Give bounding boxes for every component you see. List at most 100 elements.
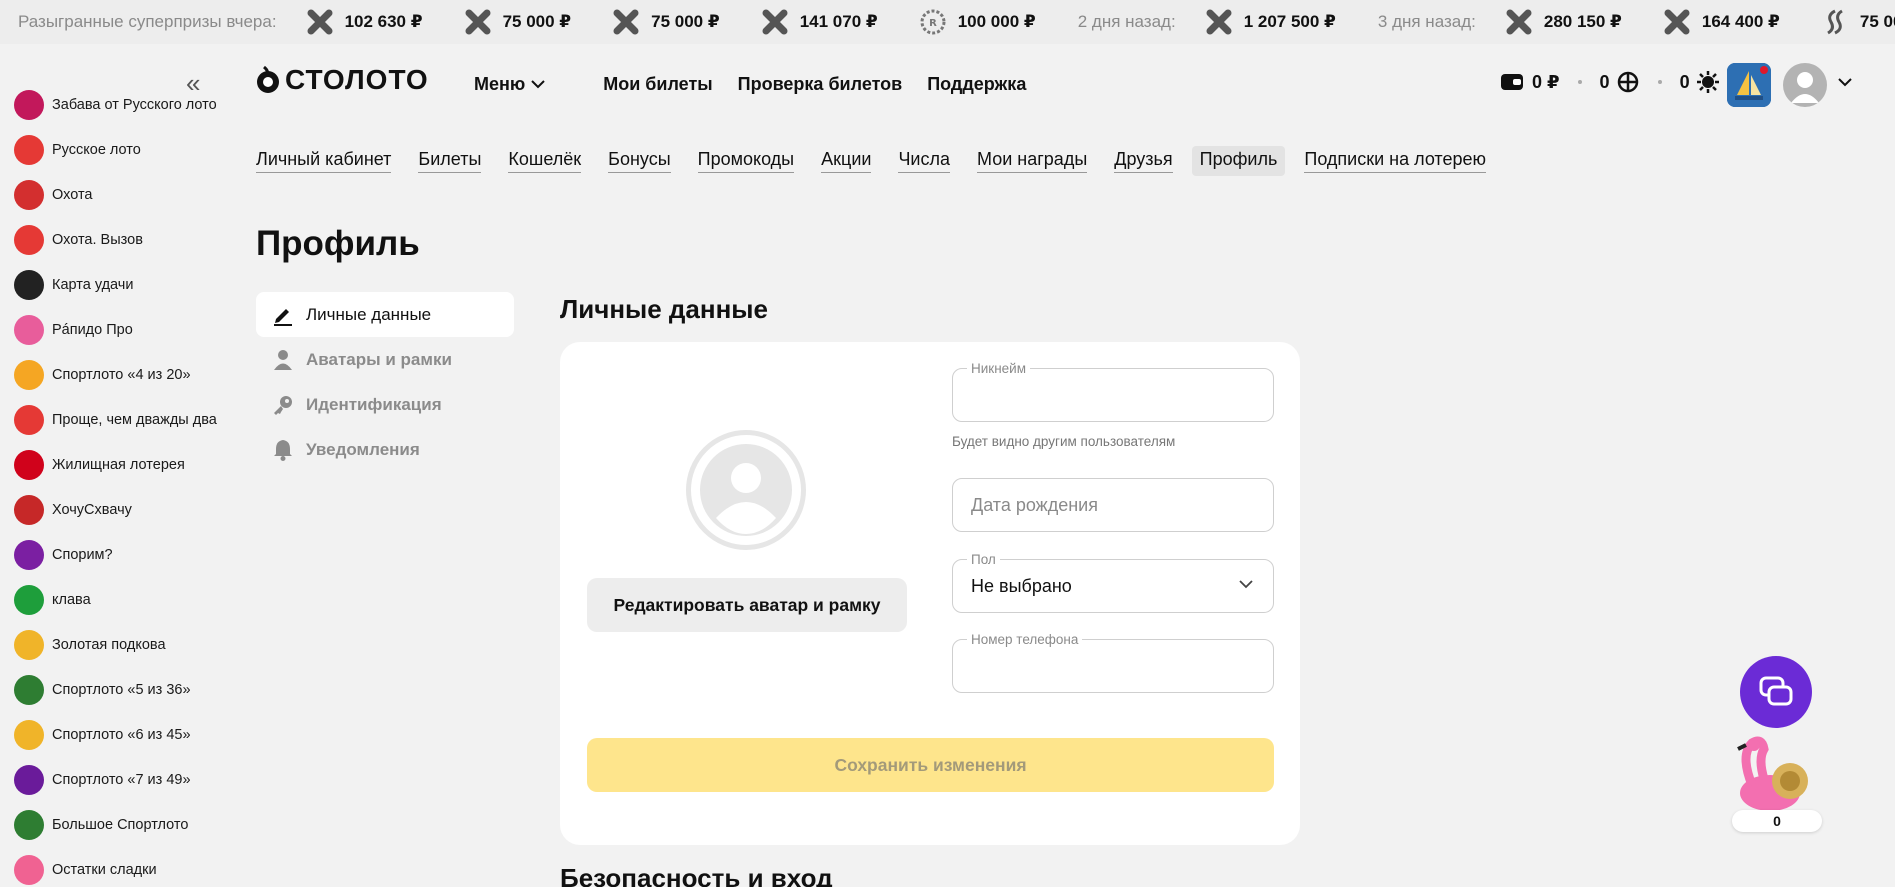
nav-my-tickets[interactable]: Мои билеты	[603, 74, 712, 95]
ticker-ago-2: 2 дня назад:	[1077, 12, 1176, 31]
profile-menu-label: Личные данные	[306, 304, 432, 324]
points-balance[interactable]: 0	[1680, 70, 1720, 94]
sidebar-lottery-item[interactable]: Спортлото «7 из 49»	[14, 757, 217, 802]
sidebar-item-label: Большое Спортлото	[52, 816, 189, 833]
profile-menu-label: Идентификация	[306, 394, 442, 414]
subnav-item[interactable]: Кошелёк	[508, 146, 582, 173]
subnav-item[interactable]: Акции	[821, 146, 872, 173]
lottery-logo-icon	[14, 359, 44, 390]
nickname-field[interactable]: Никнейм	[952, 361, 1274, 422]
phone-field[interactable]: Номер телефона	[952, 632, 1274, 693]
account-subnav: Личный кабинет Билеты Кошелёк Бонусы Промоко…	[256, 146, 1513, 176]
lottery-logo-icon	[14, 404, 44, 435]
nav-support[interactable]: Поддержка	[927, 74, 1026, 95]
sidebar-item-label: Проще, чем дважды два	[52, 411, 217, 428]
sidebar-lottery-item[interactable]: Остатки сладки	[14, 847, 217, 887]
sidebar-item-label: Рáпидо Про	[52, 321, 133, 338]
sidebar-lottery-item[interactable]: Рáпидо Про	[14, 307, 217, 352]
sidebar-lottery-item[interactable]: Спорим?	[14, 532, 217, 577]
chevron-down-icon	[1239, 580, 1253, 589]
subnav-item[interactable]: Билеты	[418, 146, 482, 173]
ticker-prize: 75 000 ₽	[613, 9, 720, 35]
lottery-logo-icon	[14, 584, 44, 615]
sidebar-lottery-item[interactable]: Спортлото «5 из 36»	[14, 667, 217, 712]
balances: 0 ₽ 0 0	[1500, 70, 1720, 94]
subnav-item[interactable]: Промокоды	[697, 146, 795, 173]
sidebar-lottery-item[interactable]: Жилищная лотерея	[14, 442, 217, 487]
lottery-logo-icon	[14, 314, 44, 345]
birthdate-field[interactable]: Дата рождения	[952, 478, 1274, 532]
chevron-down-icon	[531, 80, 545, 89]
chat-icon	[1759, 676, 1793, 706]
profile-menu-notifications[interactable]: Уведомления	[256, 427, 514, 472]
nickname-label: Никнейм	[967, 361, 1030, 376]
gender-value: Не выбрано	[971, 576, 1072, 596]
subnav-item[interactable]: Профиль	[1191, 146, 1286, 176]
sidebar-item-label: Спорим?	[52, 546, 113, 563]
lottery-logo-icon	[14, 539, 44, 570]
sidebar-lottery-item[interactable]: Спортлото «4 из 20»	[14, 352, 217, 397]
sidebar-lottery-item[interactable]: Русское лото	[14, 127, 217, 172]
profile-menu-identification[interactable]: Идентификация	[256, 382, 514, 427]
menu-button[interactable]: Меню	[474, 74, 545, 95]
subnav-item[interactable]: Бонусы	[608, 146, 671, 173]
chat-button[interactable]	[1740, 656, 1812, 728]
bonus-balance[interactable]: 0	[1600, 70, 1640, 94]
ticker-prize-amount: 75 000 ₽	[651, 12, 720, 31]
personal-data-title: Личные данные	[560, 294, 768, 324]
stoloto-logo[interactable]: СТОЛОТО	[255, 64, 429, 96]
cross-icon	[307, 9, 333, 35]
sidebar-lottery-item[interactable]: Охота	[14, 172, 217, 217]
gender-select[interactable]: Пол Не выбрано	[952, 552, 1274, 613]
profile-menu-avatars[interactable]: Аватары и рамки	[256, 337, 514, 382]
user-avatar-button[interactable]	[1783, 63, 1827, 107]
sidebar-lottery-item[interactable]: Проще, чем дважды два	[14, 397, 217, 442]
rapido-icon: R	[920, 9, 946, 35]
ticker-prize-amount: 1 207 500 ₽	[1243, 12, 1336, 31]
logo-text: СТОЛОТО	[285, 64, 429, 95]
sidebar-lottery-item[interactable]: Большое Спортлото	[14, 802, 217, 847]
subnav-item[interactable]: Подписки на лотерею	[1304, 146, 1487, 173]
ticker-prize-amount: 141 070 ₽	[799, 12, 878, 31]
sidebar-lottery-item[interactable]: ХочуСхвачу	[14, 487, 217, 532]
user-icon	[1791, 72, 1819, 103]
points-value: 0	[1679, 71, 1690, 92]
subnav-item[interactable]: Друзья	[1114, 146, 1173, 173]
lottery-logo-icon	[14, 179, 44, 210]
person-icon	[272, 349, 294, 371]
lottery-logo-icon	[14, 809, 44, 840]
save-changes-button[interactable]: Сохранить изменения	[587, 738, 1274, 792]
lottery-logo-icon	[14, 674, 44, 705]
bell-icon	[272, 439, 294, 461]
sidebar-item-label: Спортлото «5 из 36»	[52, 681, 191, 698]
profile-menu-personal[interactable]: Личные данные	[256, 292, 514, 337]
sidebar-lottery-item[interactable]: Охота. Вызов	[14, 217, 217, 262]
nav-check-tickets[interactable]: Проверка билетов	[738, 74, 903, 95]
sidebar-lottery-item[interactable]: Карта удачи	[14, 262, 217, 307]
subnav-item[interactable]: Личный кабинет	[256, 146, 392, 173]
sidebar-item-label: Спортлото «4 из 20»	[52, 366, 191, 383]
lottery-logo-icon	[14, 89, 44, 120]
edit-avatar-button[interactable]: Редактировать аватар и рамку	[587, 578, 907, 632]
game-avatar-button[interactable]	[1727, 63, 1771, 107]
sidebar-lottery-item[interactable]: Спортлото «6 из 45»	[14, 712, 217, 757]
sidebar-lottery-item[interactable]: Золотая подкова	[14, 622, 217, 667]
subnav-item[interactable]: Мои награды	[977, 146, 1088, 173]
sidebar-item-label: Золотая подкова	[52, 636, 166, 653]
sidebar-item-label: Спортлото «7 из 49»	[52, 771, 191, 788]
sidebar-item-label: Остатки сладки	[52, 861, 157, 878]
sidebar-lottery-item[interactable]: клава	[14, 577, 217, 622]
sidebar-item-label: Охота. Вызов	[52, 231, 143, 248]
ticker-prize-amount: 75 000 ₽	[1859, 12, 1895, 31]
subnav-item[interactable]: Числа	[898, 146, 951, 173]
wallet-balance[interactable]: 0 ₽	[1500, 70, 1560, 94]
lottery-logo-icon	[14, 629, 44, 660]
separator-dot	[1657, 80, 1662, 84]
bonus-value: 0	[1599, 71, 1610, 92]
sidebar-item-label: клава	[52, 591, 91, 608]
ticker-prize: 1 207 500 ₽	[1206, 9, 1336, 35]
sidebar-lottery-item[interactable]: Забава от Русского лото	[14, 82, 217, 127]
chevron-down-icon[interactable]	[1838, 78, 1852, 87]
cross-icon	[613, 9, 639, 35]
sidebar-item-label: Спортлото «6 из 45»	[52, 726, 191, 743]
